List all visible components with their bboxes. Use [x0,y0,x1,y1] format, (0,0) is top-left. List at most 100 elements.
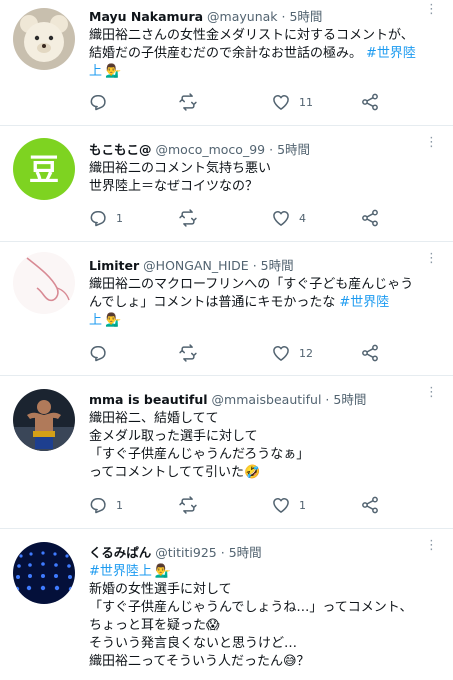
person-emoji: 💁‍♂️ [105,64,122,79]
share-button[interactable] [360,207,380,229]
tweet-3[interactable]: Limiter @HONGAN_HIDE · 5時間 ⋮ 織田裕二のマクローフリ… [0,242,453,376]
avatar[interactable] [13,8,75,70]
user-handle[interactable]: @tititi925 [155,545,216,560]
retweet-icon [179,496,197,514]
share-icon [362,93,378,111]
tweet-header: くるみぱん @tititi925 · 5時間 [89,542,262,561]
tweet-text: 織田裕二のコメント気持ち悪い 世界陸上＝なぜコイツなの？ [89,160,441,196]
tweet-1[interactable]: Mayu Nakamura @mayunak · 5時間 ⋮ 織田裕二さんの女性… [0,0,453,126]
tweet-text: 織田裕二さんの女性金メダリストに対するコメントが、 結婚だの子供産むだので余計な… [89,27,441,81]
user-handle[interactable]: @moco_moco_99 [156,142,266,157]
action-bar: 12 [88,342,388,364]
tweet-header: Mayu Nakamura @mayunak · 5時間 [89,6,322,25]
share-button[interactable] [360,91,380,113]
like-count: 12 [299,346,313,360]
separator: · [325,392,330,407]
more-icon[interactable]: ⋮ [425,2,439,17]
display-name[interactable]: くるみぱん [89,545,151,560]
like-button[interactable]: 12 [271,342,313,364]
hashtag-link[interactable]: #世界陸 [339,295,389,310]
separator: · [269,142,274,157]
person-emoji: 💁‍♂️ [154,564,172,579]
share-button[interactable] [360,342,380,364]
tweet-text: 織田裕二のマクローフリンへの「すぐ子ども産んじゃう んでしょ」コメントは普通にキ… [89,276,441,330]
like-count: 4 [299,211,306,225]
display-name[interactable]: Mayu Nakamura [89,9,203,24]
hashtag-link[interactable]: 上 [89,64,102,79]
reply-button[interactable] [88,91,116,113]
action-bar: 1 4 [88,207,388,229]
text-line: 織田裕二、結婚してて [89,411,219,426]
retweet-button[interactable] [178,342,206,364]
text-line: んでしょ」コメントは普通にキモかったな [89,295,336,310]
hashtag-link[interactable]: #世界陸 [366,46,416,61]
teddy-bear-avatar-image [13,8,75,70]
timestamp[interactable]: 5時間 [261,258,294,273]
like-count: 1 [299,498,306,512]
timestamp[interactable]: 5時間 [229,545,262,560]
reply-icon [90,211,106,227]
reply-button[interactable] [88,342,116,364]
hashtag-link[interactable]: 上 [89,313,102,328]
tweet-5[interactable]: くるみぱん @tititi925 · 5時間 ⋮ #世界陸上 💁‍♂️ 新婚の女性… [0,529,453,680]
timestamp[interactable]: 5時間 [277,142,310,157]
avatar[interactable] [13,542,75,604]
action-bar: 11 [88,91,388,113]
avatar-glyph: 豆 [29,153,59,188]
separator: · [252,258,257,273]
reply-icon [90,346,106,362]
text-line: 織田裕二ってそういう人だったん😅？ [89,654,310,669]
reply-icon [90,95,106,111]
text-line: 織田裕二のコメント気持ち悪い [89,161,272,176]
text-line: 結婚だの子供産むだので余計なお世話の極み。 [89,46,363,61]
text-line: ってコメントしてて引いた🤣 [89,465,261,480]
action-bar: 1 1 [88,494,388,516]
like-button[interactable]: 4 [271,207,306,229]
separator: · [281,9,286,24]
text-line: ちょっと耳を疑った😱 [89,618,220,633]
blue-lights-avatar-image [13,542,75,604]
more-icon[interactable]: ⋮ [425,135,439,150]
more-icon[interactable]: ⋮ [425,385,439,400]
tweet-4[interactable]: mma is beautiful @mmaisbeautiful · 5時間 ⋮… [0,376,453,529]
bean-logo-avatar-image: 豆 [13,138,75,200]
retweet-button[interactable] [178,494,206,516]
text-line: 織田裕二さんの女性金メダリストに対するコメントが、 [89,28,414,43]
text-line: 新婚の女性選手に対して [89,582,232,597]
text-line: 世界陸上＝なぜコイツなの？ [89,179,259,194]
text-line: 「すぐ子供産んじゃうんだろうなぁ」 [89,447,310,462]
reply-count: 1 [116,211,123,225]
avatar[interactable]: 豆 [13,138,75,200]
like-button[interactable]: 1 [271,494,306,516]
text-line: 「すぐ子供産んじゃうんでしょうね…」ってコメント、 [89,600,413,615]
share-icon [362,209,378,227]
reply-button[interactable]: 1 [88,207,123,229]
tweet-header: mma is beautiful @mmaisbeautiful · 5時間 [89,389,366,408]
retweet-button[interactable] [178,207,206,229]
user-handle[interactable]: @mmaisbeautiful [212,392,322,407]
avatar[interactable] [13,389,75,451]
avatar[interactable] [13,252,75,314]
heart-icon [273,346,289,361]
heart-icon [273,95,289,110]
display-name[interactable]: もこもこ@ [89,142,152,157]
hashtag-link[interactable]: #世界陸上 [89,564,152,579]
retweet-icon [179,344,197,362]
display-name[interactable]: mma is beautiful [89,392,208,407]
share-button[interactable] [360,494,380,516]
timestamp[interactable]: 5時間 [289,9,322,24]
timestamp[interactable]: 5時間 [333,392,366,407]
user-handle[interactable]: @HONGAN_HIDE [143,258,249,273]
display-name[interactable]: Limiter [89,258,139,273]
user-handle[interactable]: @mayunak [207,9,277,24]
more-icon[interactable]: ⋮ [425,538,439,553]
like-button[interactable]: 11 [271,91,313,113]
separator: · [220,545,225,560]
tweet-text: 織田裕二、結婚してて 金メダル取った選手に対して 「すぐ子供産んじゃうんだろうな… [89,410,441,482]
retweet-button[interactable] [178,91,206,113]
text-line: そういう発言良くないと思うけど… [89,636,298,651]
more-icon[interactable]: ⋮ [425,251,439,266]
reply-button[interactable]: 1 [88,494,123,516]
reply-icon [90,498,106,514]
tweet-2[interactable]: 豆 もこもこ@ @moco_moco_99 · 5時間 ⋮ 織田裕二のコメント気… [0,126,453,242]
